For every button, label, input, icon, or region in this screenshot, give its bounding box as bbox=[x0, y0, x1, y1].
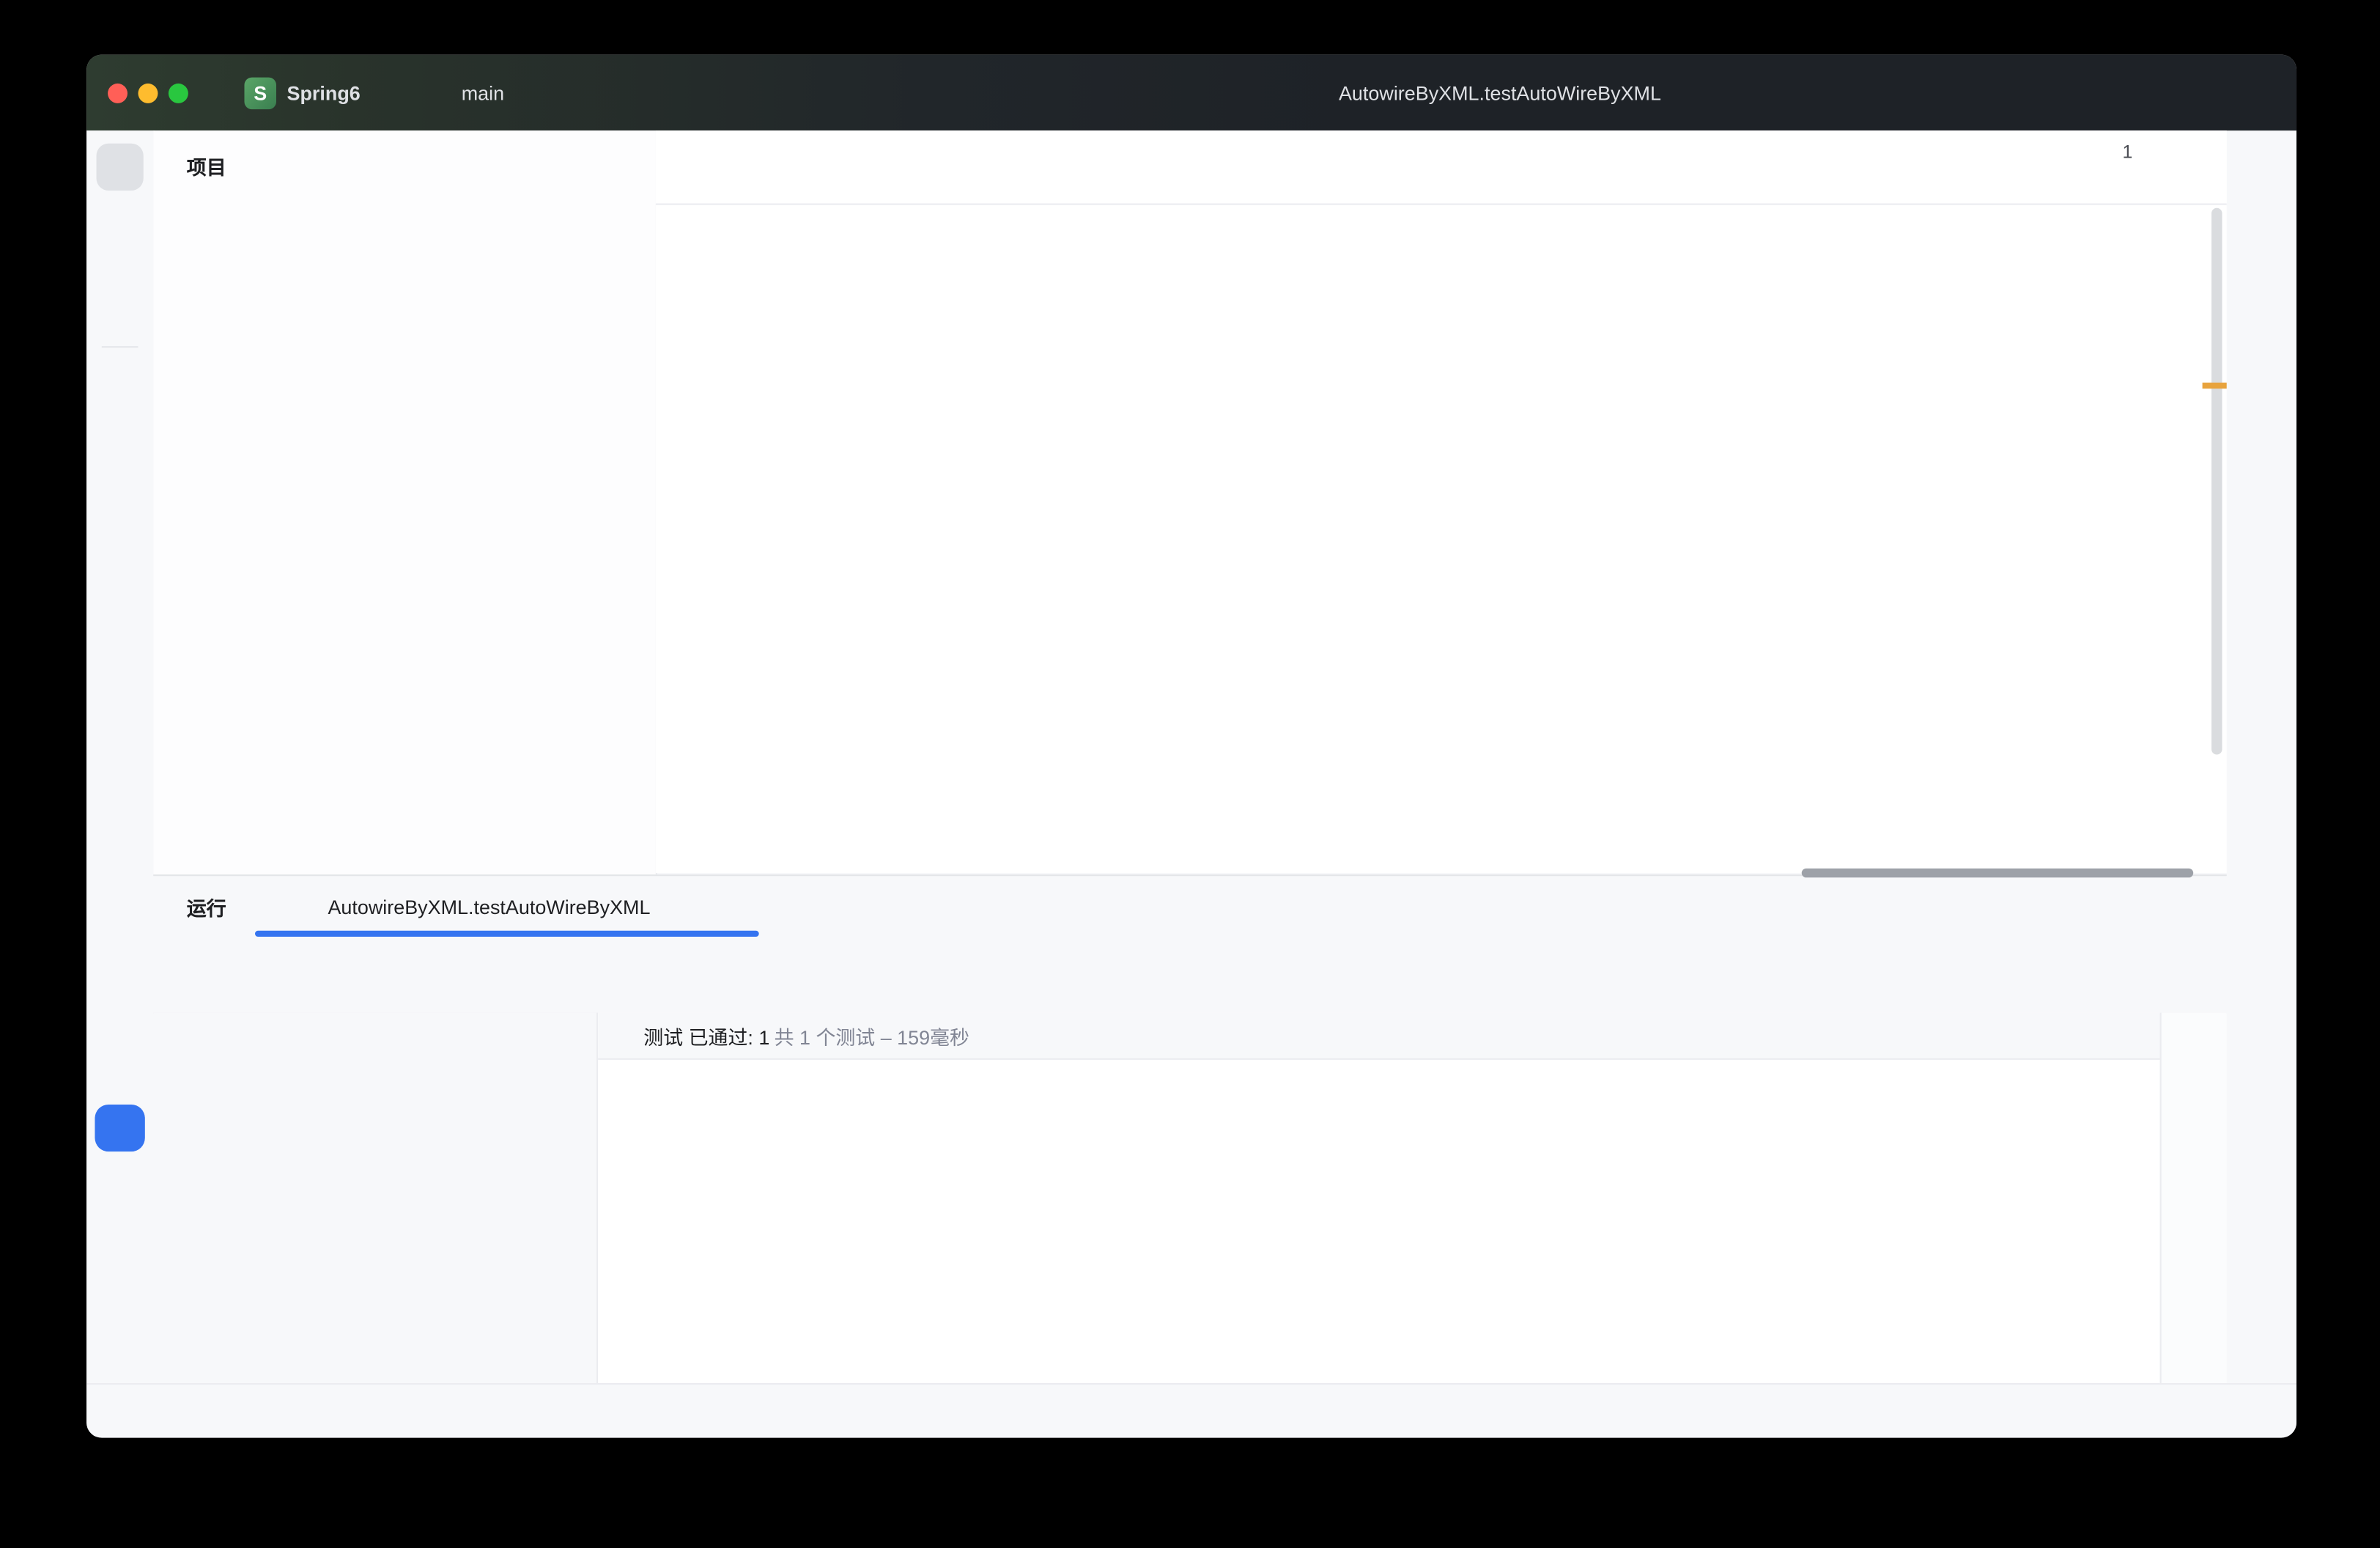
terminal-icon bbox=[106, 1187, 130, 1211]
test-status-line: 测试 已通过: 1 共 1 个测试 – 159毫秒 bbox=[598, 1013, 2162, 1060]
zoom-window-button[interactable] bbox=[169, 84, 188, 103]
structure-icon bbox=[106, 392, 130, 416]
code-editor[interactable] bbox=[656, 204, 2227, 873]
run-panel-header: 运行 AutowireByXML.testAutoWireByXML bbox=[153, 876, 2227, 937]
divider bbox=[102, 346, 138, 347]
warning-count: 1 bbox=[2122, 141, 2132, 163]
branch-name: main bbox=[462, 81, 504, 104]
problem-icon bbox=[106, 1259, 130, 1283]
more-actions-icon[interactable] bbox=[1871, 81, 1895, 105]
editor-tab-bar bbox=[656, 130, 2227, 204]
sidebar-item-database[interactable] bbox=[106, 895, 134, 924]
run-button[interactable] bbox=[1746, 81, 1770, 105]
sidebar-item-more-tools[interactable] bbox=[106, 464, 134, 493]
left-activity-bar bbox=[86, 130, 155, 1385]
active-tab-underline bbox=[255, 931, 759, 937]
editor-scrollbar[interactable] bbox=[2211, 208, 2222, 755]
hammer-icon bbox=[106, 968, 130, 992]
sidebar-item-run[interactable] bbox=[106, 1113, 134, 1142]
tests-total-label: 共 1 个测试 – 159毫秒 bbox=[775, 1021, 969, 1050]
project-panel-header[interactable]: 项目 bbox=[153, 130, 656, 202]
chevron-down-icon[interactable] bbox=[1677, 81, 1701, 105]
more-horizontal-icon bbox=[106, 464, 130, 488]
title-bar: S Spring6 main AutowireByXML.testAutoWir… bbox=[86, 55, 2296, 131]
run-tab-label: AutowireByXML.testAutoWireByXML bbox=[328, 895, 650, 918]
desktop: S Spring6 main AutowireByXML.testAutoWir… bbox=[0, 0, 2380, 1548]
debug-button[interactable] bbox=[1808, 81, 1833, 105]
test-tree bbox=[153, 1013, 598, 1385]
intellij-window: S Spring6 main AutowireByXML.testAutoWir… bbox=[86, 55, 2296, 1438]
database-check-icon bbox=[106, 895, 130, 919]
warning-icon bbox=[2093, 141, 2115, 163]
editor-area: 1 bbox=[656, 130, 2227, 873]
project-name: Spring6 bbox=[287, 81, 360, 104]
sidebar-item-build[interactable] bbox=[106, 968, 134, 997]
pull-request-icon bbox=[106, 300, 130, 324]
sidebar-item-pull-requests[interactable] bbox=[106, 300, 134, 328]
branch-widget[interactable]: main bbox=[429, 55, 563, 131]
minimize-window-button[interactable] bbox=[138, 84, 158, 103]
chevron-up-icon[interactable] bbox=[2146, 142, 2166, 162]
push-arrow-icon bbox=[511, 83, 531, 103]
run-configuration-name[interactable]: AutowireByXML.testAutoWireByXML bbox=[1339, 81, 1661, 104]
chevron-down-icon[interactable] bbox=[2180, 142, 2200, 162]
project-panel-title: 项目 bbox=[187, 152, 226, 180]
commit-icon bbox=[106, 224, 130, 248]
close-icon[interactable] bbox=[662, 896, 682, 916]
sidebar-item-structure[interactable] bbox=[106, 392, 134, 421]
sidebar-item-commit[interactable] bbox=[106, 224, 134, 253]
chevron-down-icon bbox=[371, 81, 395, 105]
project-widget[interactable]: S Spring6 bbox=[244, 55, 395, 131]
run-panel-title[interactable]: 运行 bbox=[187, 892, 226, 921]
run-content: 测试 已通过: 1 共 1 个测试 – 159毫秒 bbox=[153, 1013, 2227, 1385]
sidebar-item-problems[interactable] bbox=[106, 1259, 134, 1288]
chevron-down-icon bbox=[237, 154, 261, 178]
title-bar-right-actions bbox=[2111, 55, 2272, 131]
tests-passed-label: 测试 已通过: 1 bbox=[643, 1021, 769, 1050]
folder-icon bbox=[106, 152, 130, 177]
junit-test-icon bbox=[1301, 81, 1325, 105]
junit-test-icon bbox=[293, 895, 316, 918]
code-with-me-icon[interactable] bbox=[2111, 81, 2135, 105]
run-toolbar bbox=[153, 937, 2227, 1014]
services-icon bbox=[106, 1041, 130, 1065]
console-output[interactable] bbox=[598, 1060, 2162, 1077]
warning-stripe-mark[interactable] bbox=[2203, 383, 2227, 388]
sidebar-item-version-control[interactable] bbox=[106, 1333, 134, 1361]
tab-scrollbar[interactable] bbox=[1802, 869, 2193, 877]
run-tab[interactable]: AutowireByXML.testAutoWireByXML bbox=[293, 895, 682, 918]
search-everywhere-icon[interactable] bbox=[2180, 81, 2204, 105]
sidebar-item-services[interactable] bbox=[106, 1041, 134, 1069]
inspections-widget[interactable]: 1 bbox=[2093, 141, 2199, 163]
project-badge: S bbox=[244, 77, 276, 108]
play-solid-icon bbox=[106, 1113, 130, 1138]
close-window-button[interactable] bbox=[108, 84, 128, 103]
git-branch-icon bbox=[429, 81, 454, 105]
chevron-down-icon bbox=[539, 81, 563, 105]
status-bar bbox=[86, 1383, 2296, 1438]
check-icon bbox=[612, 1025, 633, 1046]
run-tool-window: 运行 AutowireByXML.testAutoWireByXML 测试 bbox=[153, 874, 2227, 1385]
sidebar-item-project[interactable] bbox=[106, 152, 134, 181]
git-branch-icon bbox=[106, 1333, 130, 1357]
sidebar-item-terminal[interactable] bbox=[106, 1187, 134, 1215]
run-configuration-widget: AutowireByXML.testAutoWireByXML bbox=[1301, 55, 1895, 131]
settings-gear-icon[interactable] bbox=[2248, 81, 2272, 105]
main-area: 项目 1 运行 bbox=[86, 130, 2296, 1385]
test-console: 测试 已通过: 1 共 1 个测试 – 159毫秒 bbox=[598, 1013, 2162, 1385]
console-right-toolbar bbox=[2160, 1013, 2227, 1385]
